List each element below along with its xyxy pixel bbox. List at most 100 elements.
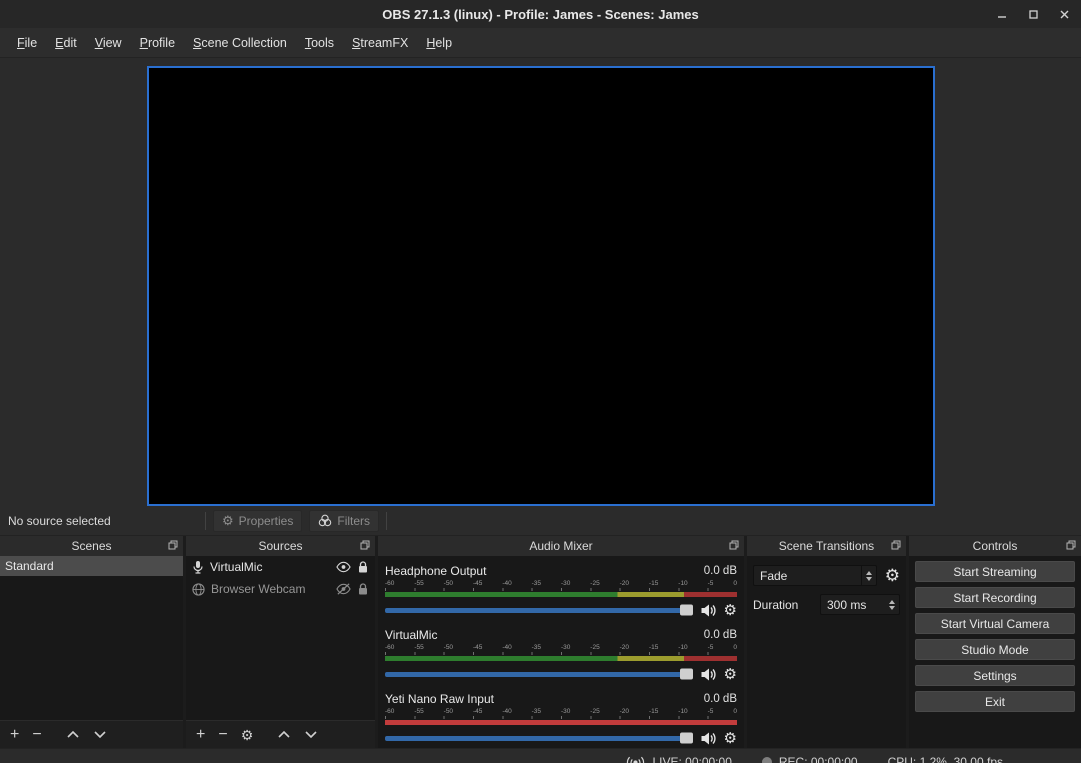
move-source-down-icon[interactable] bbox=[304, 730, 318, 739]
slider-handle[interactable] bbox=[680, 605, 693, 616]
menu-item-edit[interactable]: Edit bbox=[46, 29, 86, 57]
meter-tick-label: -40 bbox=[502, 579, 511, 588]
menu-bar: File Edit View Profile Scene Collection … bbox=[0, 28, 1081, 58]
popout-icon[interactable] bbox=[360, 540, 370, 550]
scenes-toolbar: + − bbox=[0, 720, 183, 748]
channel-settings-icon[interactable]: ⚙ bbox=[724, 731, 737, 746]
menu-item-scene-collection[interactable]: Scene Collection bbox=[184, 29, 296, 57]
eye-slash-icon[interactable] bbox=[336, 583, 351, 595]
scenes-panel-header: Scenes bbox=[0, 536, 183, 556]
popout-icon[interactable] bbox=[729, 540, 739, 550]
meter-tick-label: -45 bbox=[473, 707, 482, 716]
source-row-virtualmic[interactable]: VirtualMic bbox=[186, 556, 375, 578]
scene-item-standard[interactable]: Standard bbox=[0, 556, 183, 576]
obs-window: OBS 27.1.3 (linux) - Profile: James - Sc… bbox=[0, 0, 1081, 763]
slider-handle[interactable] bbox=[680, 733, 693, 744]
record-dot-icon bbox=[762, 757, 772, 763]
transition-select[interactable]: Fade bbox=[753, 565, 877, 586]
source-toolbar: No source selected ⚙ Properties Filters bbox=[0, 506, 1081, 536]
meter-tick-label: 0 bbox=[733, 707, 737, 716]
meter-tick-label: -25 bbox=[590, 707, 599, 716]
preview-canvas[interactable] bbox=[147, 66, 935, 506]
menu-item-view[interactable]: View bbox=[86, 29, 131, 57]
duration-spinbox[interactable]: 300 ms bbox=[820, 594, 900, 615]
meter-scale: -60-55-50-45-40-35-30-25-20-15-10-50 bbox=[385, 579, 737, 588]
slider-handle[interactable] bbox=[680, 669, 693, 680]
meter-scale: -60-55-50-45-40-35-30-25-20-15-10-50 bbox=[385, 643, 737, 652]
meter-tick-label: -60 bbox=[385, 707, 394, 716]
maximize-icon[interactable] bbox=[1026, 7, 1040, 21]
start-virtual-camera-button[interactable]: Start Virtual Camera bbox=[915, 613, 1075, 634]
exit-button[interactable]: Exit bbox=[915, 691, 1075, 712]
duration-label: Duration bbox=[753, 598, 798, 612]
source-properties-icon[interactable]: ⚙ bbox=[241, 728, 254, 742]
source-name: Browser Webcam bbox=[211, 582, 330, 596]
spinbox-arrows-icon[interactable] bbox=[885, 600, 899, 610]
meter-tick-label: -55 bbox=[414, 643, 423, 652]
volume-meter bbox=[385, 656, 737, 661]
menu-item-profile[interactable]: Profile bbox=[131, 29, 184, 57]
meter-tick-label: -45 bbox=[473, 643, 482, 652]
source-row-browser-webcam[interactable]: Browser Webcam bbox=[186, 578, 375, 600]
popout-icon[interactable] bbox=[168, 540, 178, 550]
preview-area bbox=[0, 58, 1081, 506]
volume-slider[interactable] bbox=[385, 608, 693, 613]
meter-tick-label: -30 bbox=[561, 643, 570, 652]
menu-item-tools[interactable]: Tools bbox=[296, 29, 343, 57]
channel-settings-icon[interactable]: ⚙ bbox=[724, 667, 737, 682]
channel-settings-icon[interactable]: ⚙ bbox=[724, 603, 737, 618]
channel-level: 0.0 dB bbox=[704, 629, 737, 641]
lock-icon[interactable] bbox=[357, 561, 369, 574]
titlebar: OBS 27.1.3 (linux) - Profile: James - Sc… bbox=[0, 0, 1081, 28]
move-scene-up-icon[interactable] bbox=[66, 730, 80, 739]
eye-icon[interactable] bbox=[336, 561, 351, 573]
properties-button-label: Properties bbox=[239, 514, 294, 528]
add-scene-icon[interactable]: + bbox=[10, 727, 19, 743]
popout-icon[interactable] bbox=[1066, 540, 1076, 550]
meter-tick-label: -10 bbox=[678, 643, 687, 652]
dock-area: Scenes Standard + − Sou bbox=[0, 536, 1081, 748]
close-icon[interactable] bbox=[1057, 7, 1071, 21]
meter-tick-label: -35 bbox=[532, 579, 541, 588]
filters-button[interactable]: Filters bbox=[309, 510, 379, 532]
popout-icon[interactable] bbox=[891, 540, 901, 550]
volume-slider[interactable] bbox=[385, 736, 693, 741]
menu-item-help[interactable]: Help bbox=[417, 29, 461, 57]
mic-icon bbox=[192, 560, 204, 574]
speaker-icon[interactable] bbox=[700, 603, 717, 618]
properties-button[interactable]: ⚙ Properties bbox=[213, 510, 302, 532]
controls-panel: Controls Start Streaming Start Recording… bbox=[909, 536, 1081, 748]
start-recording-button[interactable]: Start Recording bbox=[915, 587, 1075, 608]
controls-body: Start Streaming Start Recording Start Vi… bbox=[909, 556, 1081, 748]
move-source-up-icon[interactable] bbox=[277, 730, 291, 739]
speaker-icon[interactable] bbox=[700, 731, 717, 746]
move-scene-down-icon[interactable] bbox=[93, 730, 107, 739]
meter-tick-label: -50 bbox=[444, 707, 453, 716]
meter-tick-label: -10 bbox=[678, 579, 687, 588]
remove-source-icon[interactable]: − bbox=[218, 727, 227, 743]
speaker-icon[interactable] bbox=[700, 667, 717, 682]
transition-settings-icon[interactable]: ⚙ bbox=[885, 567, 900, 584]
meter-tick-label: -25 bbox=[590, 643, 599, 652]
meter-tick-label: -20 bbox=[620, 643, 629, 652]
combo-spinner-icon[interactable] bbox=[861, 566, 876, 585]
scene-transitions-title: Scene Transitions bbox=[779, 539, 874, 553]
lock-icon[interactable] bbox=[357, 583, 369, 596]
studio-mode-button[interactable]: Studio Mode bbox=[915, 639, 1075, 660]
menu-item-file[interactable]: File bbox=[8, 29, 46, 57]
globe-icon bbox=[192, 583, 205, 596]
toolbar-separator bbox=[386, 512, 387, 530]
add-source-icon[interactable]: + bbox=[196, 727, 205, 743]
status-bar: LIVE: 00:00:00 REC: 00:00:00 CPU: 1.2%, … bbox=[0, 748, 1081, 763]
controls-panel-header: Controls bbox=[909, 536, 1081, 556]
volume-slider[interactable] bbox=[385, 672, 693, 677]
remove-scene-icon[interactable]: − bbox=[32, 727, 41, 743]
menu-item-streamfx[interactable]: StreamFX bbox=[343, 29, 417, 57]
meter-tick-label: -30 bbox=[561, 579, 570, 588]
audio-mixer-header: Audio Mixer bbox=[378, 536, 744, 556]
channel-name: Yeti Nano Raw Input bbox=[385, 692, 704, 706]
meter-tick-label: -55 bbox=[414, 579, 423, 588]
start-streaming-button[interactable]: Start Streaming bbox=[915, 561, 1075, 582]
settings-button[interactable]: Settings bbox=[915, 665, 1075, 686]
minimize-icon[interactable] bbox=[995, 7, 1009, 21]
